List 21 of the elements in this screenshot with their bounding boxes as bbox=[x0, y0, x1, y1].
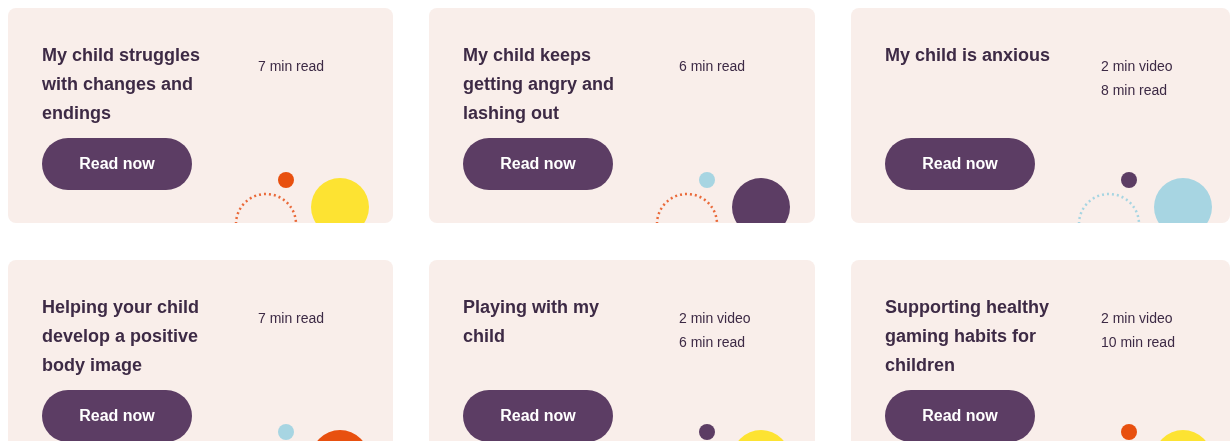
card-title: My child is anxious bbox=[885, 44, 1052, 67]
card-title: My child struggles with changes and endings bbox=[42, 44, 202, 125]
card-title: Helping your child develop a positive body image bbox=[42, 296, 200, 377]
read-time: 7 min read bbox=[258, 309, 325, 328]
read-now-button[interactable]: Read now bbox=[463, 138, 613, 190]
read-now-button[interactable]: Read now bbox=[885, 138, 1035, 190]
read-time: 7 min read bbox=[258, 57, 325, 76]
read-now-button[interactable]: Read now bbox=[42, 138, 192, 190]
read-now-button[interactable]: Read now bbox=[42, 390, 192, 441]
card-title: Supporting healthy gaming habits for children bbox=[885, 296, 1050, 377]
read-time: 8 min read bbox=[1101, 81, 1168, 100]
read-now-button[interactable]: Read now bbox=[885, 390, 1035, 441]
read-time: 2 min video bbox=[679, 309, 751, 328]
read-now-button[interactable]: Read now bbox=[463, 390, 613, 441]
card-title: Playing with my child bbox=[463, 296, 601, 348]
read-time: 2 min video bbox=[1101, 57, 1173, 76]
read-time: 2 min video bbox=[1101, 309, 1173, 328]
card-title: My child keeps getting angry and lashing out bbox=[463, 44, 615, 125]
read-time: 10 min read bbox=[1101, 333, 1175, 352]
read-time: 6 min read bbox=[679, 333, 746, 352]
read-time: 6 min read bbox=[679, 57, 746, 76]
